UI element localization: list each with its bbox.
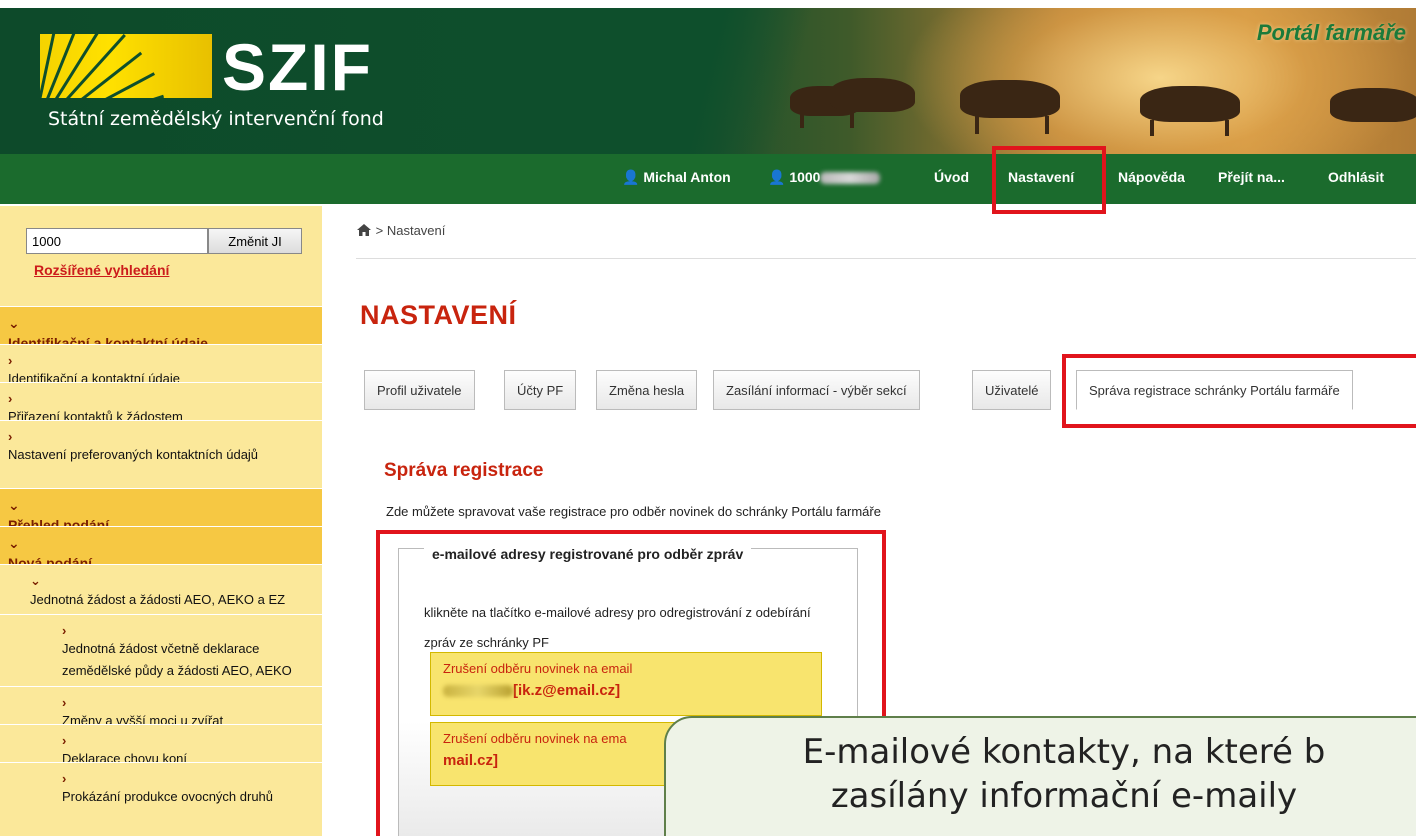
tab-zasilani-informaci[interactable]: Zasílání informací - výběr sekcí	[713, 370, 920, 410]
sidebar-item[interactable]: ›Změny a vyšší moci u zvířat	[0, 686, 322, 728]
subject-icon: 👤	[768, 169, 786, 185]
callout-line: E-mailové kontakty, na které b	[802, 732, 1326, 772]
redacted-blur	[443, 685, 513, 698]
tab-uzivatele[interactable]: Uživatelé	[972, 370, 1052, 410]
home-icon[interactable]	[356, 223, 372, 237]
sidebar-item[interactable]: ›Přiřazení kontaktů k žádostem	[0, 382, 322, 424]
nav-user[interactable]: 👤 Michal Anton	[622, 154, 731, 204]
portal-title: Portál farmáře	[1256, 20, 1406, 45]
chevron-right-icon: ›	[62, 623, 67, 638]
sidebar-item[interactable]: ›Jednotná žádost včetně deklarace zemědě…	[0, 614, 322, 700]
chevron-right-icon: ›	[62, 695, 67, 710]
sidebar-item[interactable]: ›Deklarace chovu koní	[0, 724, 322, 766]
tab-profil-uzivatele[interactable]: Profil uživatele	[364, 370, 475, 410]
cow-silhouette	[830, 78, 915, 112]
chevron-right-icon: ›	[62, 733, 67, 748]
nav-item-odhlasit[interactable]: Odhlásit	[1328, 154, 1384, 204]
sidebar-item-label: Prokázání produkce ovocných druhů	[62, 789, 274, 804]
redacted-blur	[820, 172, 881, 185]
top-navigation: 👤 Michal Anton 👤 1000 Úvod Nastavení Náp…	[0, 154, 1416, 204]
cow-leg	[1150, 120, 1154, 136]
cow-leg	[1225, 120, 1229, 136]
callout-text: E-mailové kontakty, na které b zasílány …	[664, 730, 1416, 818]
sidebar: Změnit JI Rozšířené vyhledání ⌄Identifik…	[0, 206, 322, 836]
chevron-right-icon: ›	[62, 771, 67, 786]
fieldset-legend: e-mailové adresy registrované pro odběr …	[424, 546, 752, 562]
logo-subtitle: Státní zemědělský intervenční fond	[48, 108, 384, 130]
chevron-down-icon: ⌄	[8, 497, 20, 513]
user-icon: 👤	[622, 169, 640, 185]
nav-user-name: Michal Anton	[643, 169, 731, 185]
sidebar-section[interactable]: ⌄Identifikační a kontaktní údaje	[0, 306, 322, 351]
fieldset-instructions: klikněte na tlačítko e-mailové adresy pr…	[424, 605, 811, 650]
chevron-down-icon: ⌄	[8, 315, 20, 331]
chevron-down-icon: ⌄	[8, 535, 20, 551]
nav-subject-id[interactable]: 👤 1000	[768, 154, 881, 204]
breadcrumb: > Nastavení	[356, 221, 445, 238]
sidebar-item[interactable]: ⌄ Jednotná žádost a žádosti AEO, AEKO a E…	[0, 564, 322, 614]
cow-silhouette	[1330, 88, 1416, 122]
szif-logo-icon	[40, 34, 212, 98]
breadcrumb-separator: >	[375, 223, 384, 238]
chevron-down-icon: ⌄	[30, 573, 41, 588]
header-banner: SZIF Státní zemědělský intervenční fond …	[0, 8, 1416, 154]
page-title: NASTAVENÍ	[360, 300, 517, 330]
section-description: Zde můžete spravovat vaše registrace pro…	[386, 504, 881, 519]
tab-ucty-pf[interactable]: Účty PF	[504, 370, 577, 410]
section-title: Správa registrace	[384, 460, 544, 481]
nav-subject-id-value: 1000	[789, 169, 821, 185]
sidebar-item[interactable]: › Nastavení preferovaných kontaktních úda…	[0, 420, 322, 488]
ji-input[interactable]	[26, 228, 208, 254]
divider	[356, 258, 1416, 259]
callout-line: zasílány informační e-maily	[830, 776, 1298, 816]
cow-leg	[1045, 116, 1049, 134]
nav-item-uvod[interactable]: Úvod	[934, 154, 969, 204]
tab-sprava-registrace[interactable]: Správa registrace schránky Portálu farmá…	[1076, 370, 1353, 410]
banner-fade	[560, 8, 820, 154]
unsubscribe-label: Zrušení odběru novinek na email	[443, 661, 633, 676]
chevron-right-icon: ›	[8, 353, 13, 368]
nav-item-napoveda[interactable]: Nápověda	[1118, 154, 1185, 204]
chevron-right-icon: ›	[8, 391, 13, 406]
sidebar-item-label: Nastavení preferovaných kontaktních údaj…	[8, 447, 259, 462]
sidebar-section[interactable]: ⌄Přehled podání	[0, 488, 322, 533]
sidebar-section[interactable]: ⌄Nová podání	[0, 526, 322, 571]
sidebar-item[interactable]: ›Identifikační a kontaktní údaje	[0, 344, 322, 386]
nav-item-nastaveni[interactable]: Nastavení	[1008, 154, 1074, 204]
cow-leg	[850, 112, 854, 128]
cow-leg	[800, 112, 804, 128]
tab-zmena-hesla[interactable]: Změna hesla	[596, 370, 698, 410]
unsubscribe-email-button[interactable]: Zrušení odběru novinek na email [ik.z@em…	[430, 652, 822, 716]
chevron-right-icon: ›	[8, 429, 13, 444]
cow-silhouette	[1140, 86, 1240, 122]
change-ji-button[interactable]: Změnit JI	[208, 228, 302, 254]
nav-item-prejit-na[interactable]: Přejít na...	[1218, 154, 1285, 204]
unsubscribe-address: [ik.z@email.cz]	[443, 682, 809, 699]
sidebar-item-label: Jednotná žádost a žádosti AEO, AEKO a EZ	[30, 592, 286, 607]
breadcrumb-current: Nastavení	[386, 223, 446, 238]
logo-text: SZIF	[222, 30, 373, 104]
advanced-search-link[interactable]: Rozšířené vyhledání	[34, 262, 169, 278]
sidebar-item[interactable]: › Prokázání produkce ovocných druhů	[0, 762, 322, 804]
cow-leg	[975, 116, 979, 134]
cow-silhouette	[960, 80, 1060, 118]
